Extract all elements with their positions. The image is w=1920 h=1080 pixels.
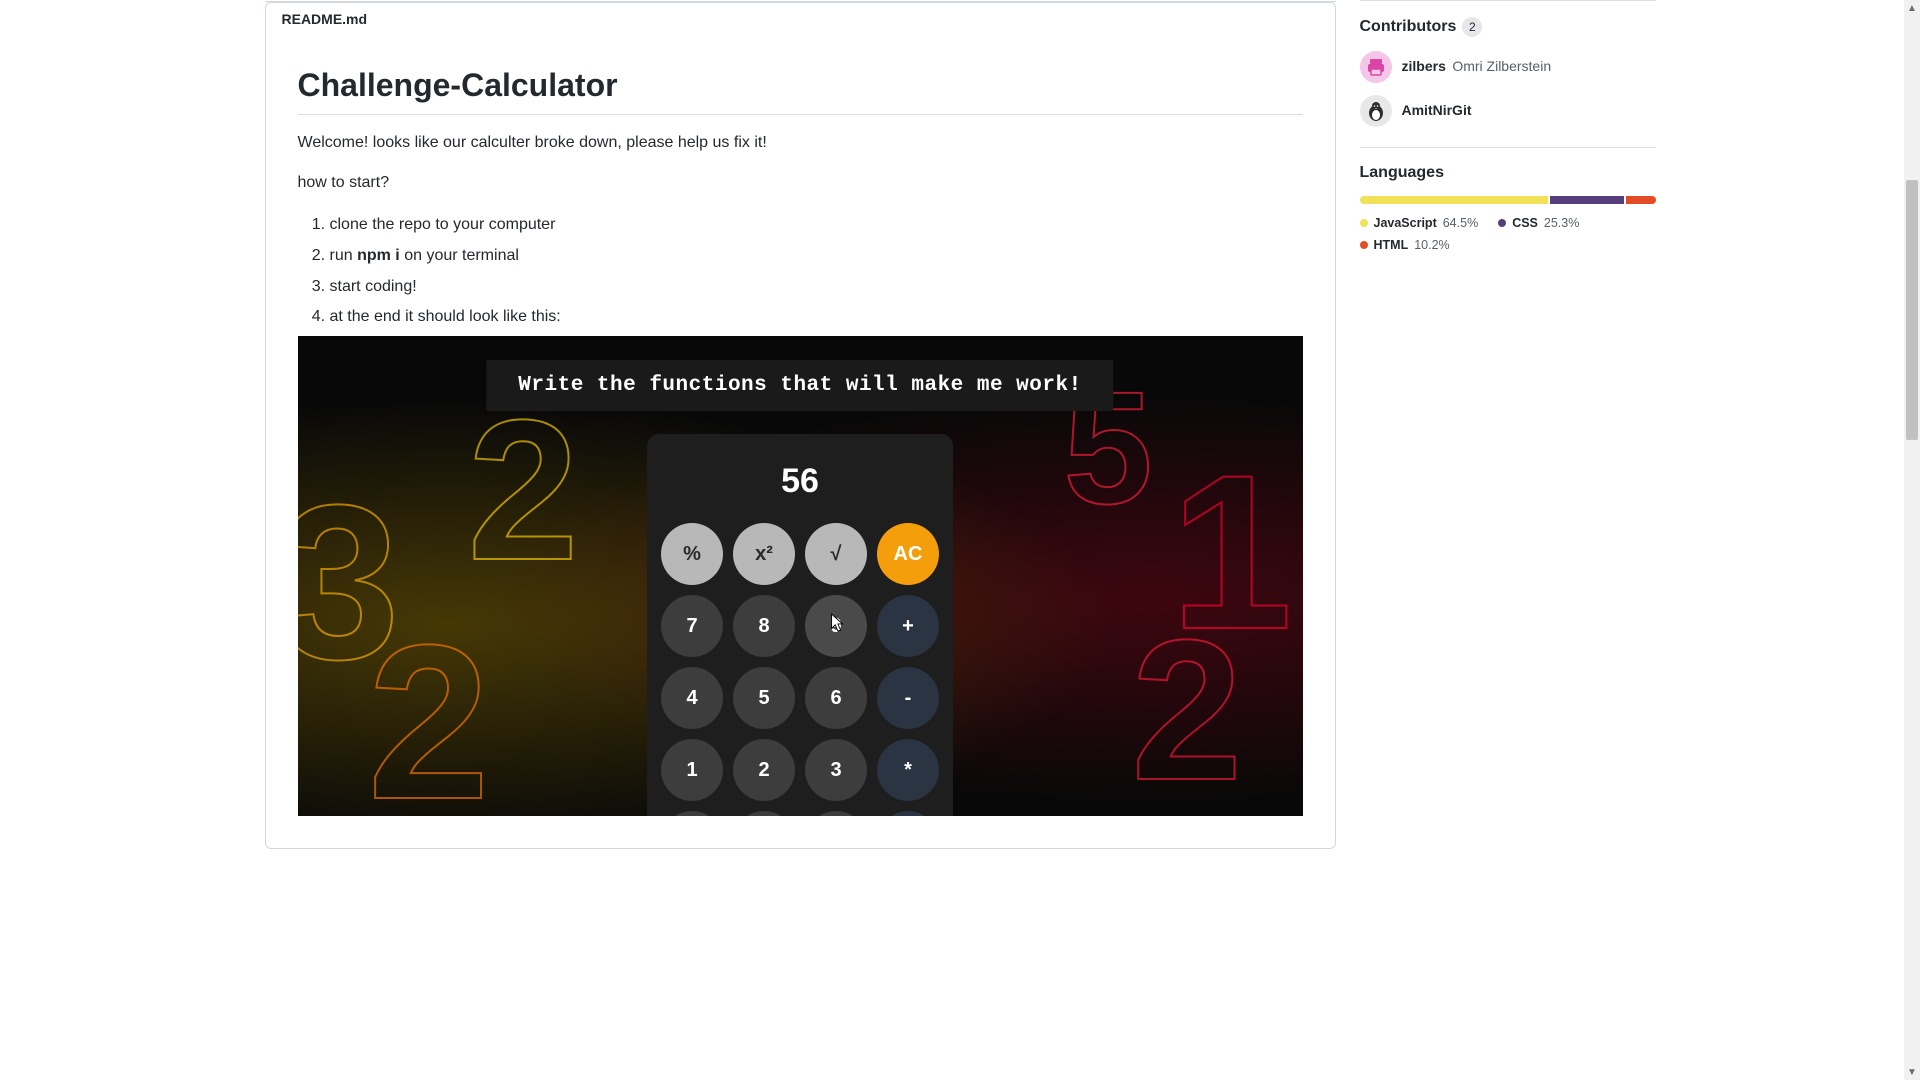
languages-list: JavaScript 64.5% CSS 25.3% HTML 10.2%: [1360, 216, 1656, 252]
languages-heading: Languages: [1360, 164, 1656, 182]
calculator-banner: Write the functions that will make me wo…: [486, 360, 1113, 411]
printer-icon: [1366, 57, 1386, 77]
calc-6-button[interactable]: 6: [805, 667, 867, 729]
lang-seg-html[interactable]: [1626, 196, 1656, 204]
scroll-up-arrow-icon[interactable]: ▲: [1904, 0, 1920, 16]
languages-bar: [1360, 196, 1656, 204]
scroll-down-arrow-icon[interactable]: ▼: [1904, 1064, 1920, 1080]
lang-dot-icon: [1360, 219, 1368, 227]
calc-partial-button-3[interactable]: [805, 811, 867, 816]
calc-9-button[interactable]: 9: [805, 595, 867, 657]
step-1: clone the repo to your computer: [330, 211, 1303, 240]
avatar: [1360, 51, 1392, 83]
lang-seg-js[interactable]: [1360, 196, 1548, 204]
readme-howto: how to start?: [298, 171, 1303, 195]
calc-square-button[interactable]: x²: [733, 523, 795, 585]
step-3: start coding!: [330, 273, 1303, 302]
lang-seg-css[interactable]: [1550, 196, 1624, 204]
step-4: at the end it should look like this:: [330, 303, 1303, 332]
calc-2-button[interactable]: 2: [733, 739, 795, 801]
contributors-section: Contributors 2 zilbers Omri Zilberstein: [1360, 1, 1656, 127]
calc-multiply-button[interactable]: *: [877, 739, 939, 801]
lang-item-html[interactable]: HTML 10.2%: [1360, 238, 1450, 252]
calculator-preview-image: 3 2 2 1 2 5 Write the functions that wil…: [298, 336, 1303, 816]
contributors-heading[interactable]: Contributors 2: [1360, 17, 1656, 37]
readme-steps: clone the repo to your computer run npm …: [298, 211, 1303, 332]
calc-4-button[interactable]: 4: [661, 667, 723, 729]
lang-dot-icon: [1360, 241, 1368, 249]
lang-item-js[interactable]: JavaScript 64.5%: [1360, 216, 1479, 230]
calculator-widget: 56 % x² √ AC 7 8 9 + 4 5 6: [647, 434, 953, 816]
calc-partial-button-2[interactable]: [733, 811, 795, 816]
contributors-count-badge: 2: [1462, 17, 1482, 37]
readme-container: README.md Challenge-Calculator Welcome! …: [265, 2, 1336, 849]
contributor-username: zilbers: [1402, 58, 1446, 74]
avatar: [1360, 95, 1392, 127]
calc-ac-button[interactable]: AC: [877, 523, 939, 585]
readme-title: Challenge-Calculator: [298, 67, 1303, 115]
readme-filename[interactable]: README.md: [266, 3, 1335, 35]
scrollbar-track[interactable]: ▲ ▼: [1904, 0, 1920, 1080]
lang-dot-icon: [1498, 219, 1506, 227]
calc-minus-button[interactable]: -: [877, 667, 939, 729]
lang-item-css[interactable]: CSS 25.3%: [1498, 216, 1579, 230]
calc-percent-button[interactable]: %: [661, 523, 723, 585]
readme-intro: Welcome! looks like our calculter broke …: [298, 131, 1303, 155]
contributor-realname: Omri Zilberstein: [1452, 58, 1551, 74]
step-2: run npm i on your terminal: [330, 242, 1303, 271]
languages-section: Languages JavaScript 64.5% CSS 25.3%: [1360, 147, 1656, 252]
calc-3-button[interactable]: 3: [805, 739, 867, 801]
repo-sidebar: Contributors 2 zilbers Omri Zilberstein: [1360, 0, 1656, 849]
contributor-row[interactable]: zilbers Omri Zilberstein: [1360, 51, 1656, 83]
calc-5-button[interactable]: 5: [733, 667, 795, 729]
calculator-keypad: % x² √ AC 7 8 9 + 4 5 6 - 1: [661, 523, 939, 816]
contributor-row[interactable]: AmitNirGit: [1360, 95, 1656, 127]
calc-partial-button-4[interactable]: [877, 811, 939, 816]
calc-7-button[interactable]: 7: [661, 595, 723, 657]
calculator-display: 56: [661, 448, 939, 523]
calc-plus-button[interactable]: +: [877, 595, 939, 657]
calc-8-button[interactable]: 8: [733, 595, 795, 657]
calc-1-button[interactable]: 1: [661, 739, 723, 801]
penguin-icon: [1365, 100, 1387, 122]
readme-body: Challenge-Calculator Welcome! looks like…: [266, 35, 1335, 848]
calc-partial-button-1[interactable]: [661, 811, 723, 816]
contributor-username: AmitNirGit: [1402, 102, 1472, 118]
calc-sqrt-button[interactable]: √: [805, 523, 867, 585]
scrollbar-thumb[interactable]: [1906, 180, 1918, 440]
